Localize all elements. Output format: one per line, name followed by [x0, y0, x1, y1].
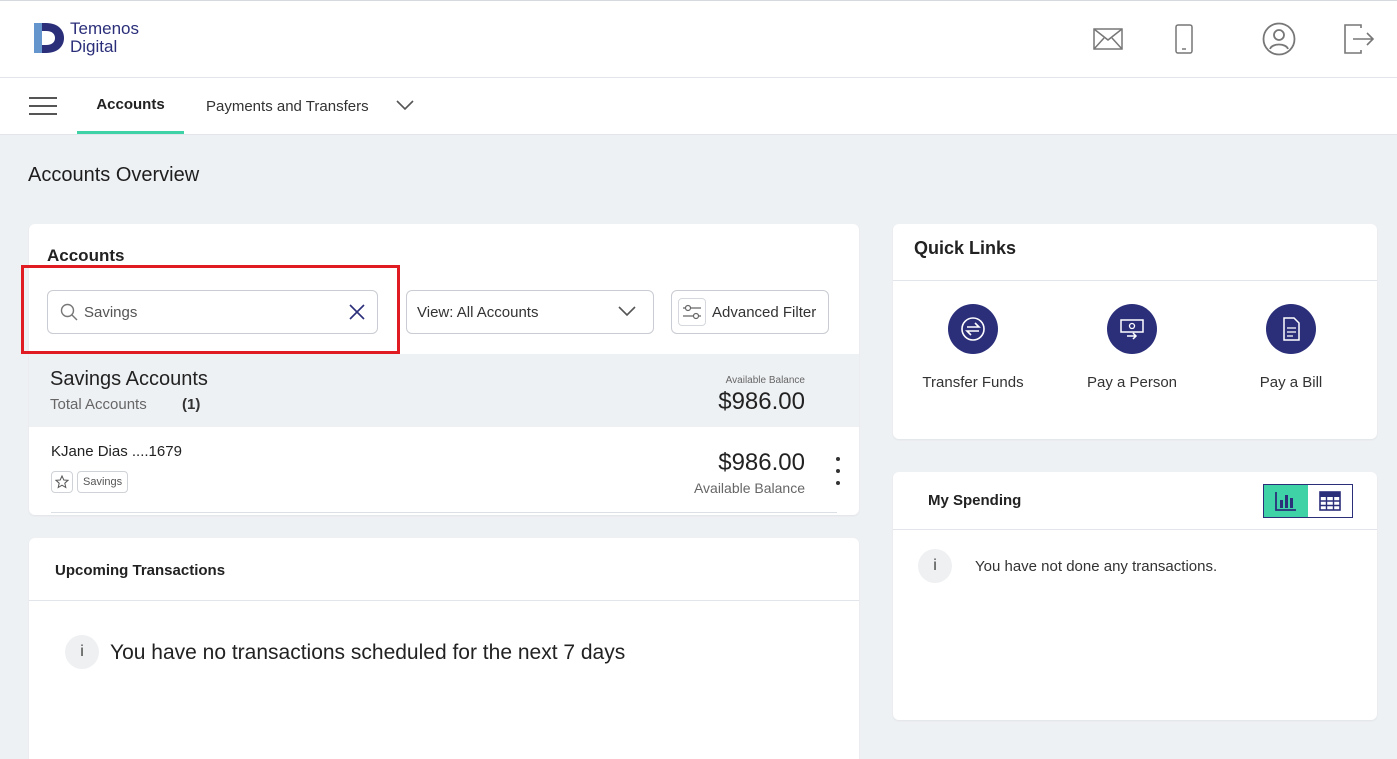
accounts-card: Accounts View: All Accounts Advanced Fil…	[21, 224, 859, 515]
quick-link-pay-a-bill[interactable]: Pay a Bill	[1221, 304, 1361, 391]
accounts-title: Accounts	[47, 246, 125, 265]
quick-link-pay-a-person[interactable]: Pay a Person	[1062, 304, 1202, 391]
spending-empty-message: You have not done any transactions.	[975, 558, 1218, 575]
view-select-value: View: All Accounts	[417, 303, 539, 321]
table-view-button[interactable]	[1308, 485, 1352, 517]
hamburger-icon	[29, 97, 57, 99]
tab-payments-transfers[interactable]: Payments and Transfers	[206, 78, 369, 134]
view-accounts-select[interactable]: View: All Accounts	[406, 290, 654, 334]
chart-view-button[interactable]	[1264, 485, 1308, 517]
top-header: Temenos Digital	[0, 0, 1397, 78]
logout-button[interactable]	[1341, 21, 1377, 57]
account-search-box[interactable]	[47, 290, 378, 334]
chevron-down-icon	[618, 306, 636, 317]
main-nav: Accounts Payments and Transfers	[0, 78, 1397, 135]
spending-title: My Spending	[928, 492, 1022, 509]
group-balance: $986.00	[718, 388, 805, 415]
advanced-filter-label: Advanced Filter	[712, 303, 817, 321]
search-icon	[60, 303, 78, 321]
clear-search-button[interactable]	[349, 304, 365, 325]
temenos-logo-icon	[34, 23, 64, 53]
account-balance: $986.00	[718, 449, 805, 476]
search-input[interactable]	[84, 303, 334, 321]
group-balance-label: Available Balance	[725, 375, 805, 386]
favorite-button[interactable]	[51, 471, 73, 493]
tab-accounts[interactable]: Accounts	[77, 78, 184, 134]
upcoming-transactions-card: Upcoming Transactions i You have no tran…	[29, 538, 859, 759]
menu-button[interactable]	[29, 97, 57, 115]
quick-links-title: Quick Links	[914, 238, 1017, 258]
transfer-icon	[948, 304, 998, 354]
group-count: (1)	[182, 396, 201, 413]
envelope-icon	[1093, 28, 1123, 50]
bill-icon	[1266, 304, 1316, 354]
star-icon	[55, 475, 69, 489]
divider	[893, 280, 1377, 281]
divider	[893, 529, 1377, 530]
profile-button[interactable]	[1261, 21, 1297, 57]
page-title: Accounts Overview	[28, 164, 200, 186]
account-group-header[interactable]: Savings Accounts Total Accounts (1) Avai…	[29, 354, 859, 427]
quick-link-label: Pay a Person	[1086, 374, 1178, 391]
mobile-button[interactable]	[1166, 21, 1202, 57]
quick-link-label: Transfer Funds	[922, 374, 1024, 391]
account-more-menu[interactable]	[833, 457, 843, 485]
payments-dropdown-toggle[interactable]	[395, 98, 415, 116]
bar-chart-icon	[1275, 492, 1296, 511]
quick-links-card: Quick Links Transfer Funds Pay a Person …	[893, 224, 1377, 439]
group-name: Savings Accounts	[50, 368, 208, 390]
spending-view-toggle	[1263, 484, 1353, 518]
temenos-logo[interactable]: Temenos Digital	[32, 19, 139, 57]
mobile-phone-icon	[1175, 24, 1193, 54]
logout-icon	[1344, 24, 1375, 54]
my-spending-card: My Spending i You have not done any tran…	[893, 472, 1377, 720]
pay-person-icon	[1107, 304, 1157, 354]
account-row[interactable]: KJane Dias ....1679 Savings $986.00 Avai…	[29, 427, 859, 513]
upcoming-empty-message: You have no transactions scheduled for t…	[110, 641, 626, 664]
kebab-menu-icon	[836, 457, 840, 461]
account-type-tag: Savings	[77, 471, 129, 493]
advanced-filter-button[interactable]: Advanced Filter	[671, 290, 829, 334]
table-grid-icon	[1319, 491, 1341, 511]
close-icon	[349, 304, 365, 320]
chevron-down-icon	[396, 100, 414, 111]
divider	[29, 600, 859, 601]
info-icon: i	[65, 635, 99, 669]
group-total-label: Total Accounts	[50, 396, 147, 413]
upcoming-title: Upcoming Transactions	[55, 562, 226, 579]
quick-link-label: Pay a Bill	[1259, 374, 1323, 391]
row-divider	[51, 512, 837, 513]
user-profile-icon	[1262, 22, 1296, 56]
brand-line2: Digital	[70, 37, 118, 56]
info-icon: i	[918, 549, 952, 583]
brand-line1: Temenos	[70, 19, 139, 38]
account-balance-label: Available Balance	[693, 480, 805, 496]
account-name[interactable]: KJane Dias ....1679	[51, 443, 182, 460]
quick-link-transfer-funds[interactable]: Transfer Funds	[903, 304, 1043, 391]
filter-sliders-icon	[678, 298, 706, 326]
messages-button[interactable]	[1090, 21, 1126, 57]
